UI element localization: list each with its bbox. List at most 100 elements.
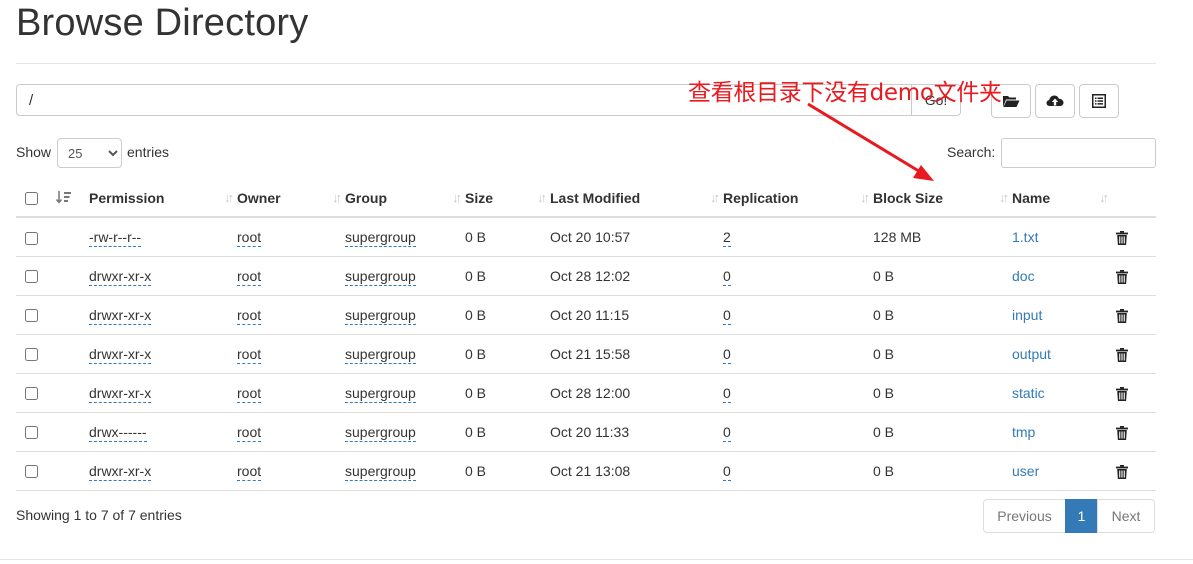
size-cell: 0 B xyxy=(465,334,550,374)
previous-page-button[interactable]: Previous xyxy=(983,499,1066,533)
column-header-label: Group xyxy=(345,189,387,206)
search-input[interactable] xyxy=(1001,138,1156,168)
row-index-cell xyxy=(51,295,89,335)
permission-value[interactable]: drwxr-xr-x xyxy=(89,267,152,286)
size-cell: 0 B xyxy=(465,373,550,413)
row-checkbox[interactable] xyxy=(25,309,38,323)
permission-value[interactable]: drwxr-xr-x xyxy=(89,384,152,403)
replication-value[interactable]: 0 xyxy=(723,345,731,364)
next-page-button[interactable]: Next xyxy=(1097,499,1155,533)
group-value[interactable]: supergroup xyxy=(345,267,416,286)
row-checkbox[interactable] xyxy=(25,465,38,479)
column-header-replication[interactable]: Replication ↓↑ xyxy=(723,179,873,218)
column-header-name[interactable]: Name ↓↑ xyxy=(1012,179,1112,218)
replication-value[interactable]: 0 xyxy=(723,384,731,403)
permission-value[interactable]: drwxr-xr-x xyxy=(89,306,152,325)
file-name-link[interactable]: tmp xyxy=(1012,424,1035,440)
owner-value[interactable]: root xyxy=(237,423,262,442)
replication-cell: 0 xyxy=(723,412,873,452)
trash-icon[interactable] xyxy=(1116,230,1128,245)
title-divider xyxy=(16,63,1156,64)
group-value[interactable]: supergroup xyxy=(345,345,416,364)
page-size-select[interactable]: 25 xyxy=(57,138,122,168)
name-cell: static xyxy=(1012,373,1112,413)
trash-icon[interactable] xyxy=(1116,425,1128,440)
table-row: drwxr-xr-x root supergroup 0 B Oct 21 15:58 0… xyxy=(16,334,1156,374)
replication-value[interactable]: 2 xyxy=(723,228,731,247)
column-header-last-modified[interactable]: Last Modified ↓↑ xyxy=(550,179,723,218)
cut-paste-button[interactable] xyxy=(1079,84,1119,118)
file-name-link[interactable]: input xyxy=(1012,307,1042,323)
replication-value[interactable]: 0 xyxy=(723,306,731,325)
select-all-checkbox[interactable] xyxy=(25,192,38,206)
file-name-link[interactable]: doc xyxy=(1012,268,1035,284)
row-checkbox[interactable] xyxy=(25,426,38,440)
upload-files-button[interactable] xyxy=(1035,84,1075,118)
permission-cell: drwxr-xr-x xyxy=(89,451,237,491)
file-name-link[interactable]: 1.txt xyxy=(1012,229,1038,245)
row-select-cell xyxy=(16,373,51,413)
owner-value[interactable]: root xyxy=(237,306,262,325)
owner-value[interactable]: root xyxy=(237,228,262,247)
owner-value[interactable]: root xyxy=(237,462,262,481)
column-header-permission[interactable]: Permission ↓↑ xyxy=(89,179,237,218)
group-value[interactable]: supergroup xyxy=(345,306,416,325)
page-1-button[interactable]: 1 xyxy=(1065,499,1098,533)
trash-icon[interactable] xyxy=(1116,308,1128,323)
group-value[interactable]: supergroup xyxy=(345,462,416,481)
block-size-cell: 0 B xyxy=(873,295,1012,335)
column-header-block-size[interactable]: Block Size ↓↑ xyxy=(873,179,1012,218)
file-name-link[interactable]: output xyxy=(1012,346,1051,362)
file-name-link[interactable]: user xyxy=(1012,463,1039,479)
replication-value[interactable]: 0 xyxy=(723,423,731,442)
group-cell: supergroup xyxy=(345,256,465,296)
group-cell: supergroup xyxy=(345,451,465,491)
column-header-owner[interactable]: Owner ↓↑ xyxy=(237,179,345,218)
owner-value[interactable]: root xyxy=(237,384,262,403)
row-select-cell xyxy=(16,256,51,296)
modified-cell: Oct 20 11:15 xyxy=(550,295,723,335)
row-index-cell xyxy=(51,256,89,296)
replication-value[interactable]: 0 xyxy=(723,462,731,481)
index-sort-header[interactable] xyxy=(51,179,89,218)
sort-icon: ↓↑ xyxy=(332,190,342,205)
actions-header xyxy=(1112,179,1156,218)
row-checkbox[interactable] xyxy=(25,270,38,284)
group-value[interactable]: supergroup xyxy=(345,384,416,403)
trash-icon[interactable] xyxy=(1116,347,1128,362)
permission-value[interactable]: drwx------ xyxy=(89,423,147,442)
column-header-size[interactable]: Size ↓↑ xyxy=(465,179,550,218)
modified-cell: Oct 28 12:02 xyxy=(550,256,723,296)
permission-value[interactable]: -rw-r--r-- xyxy=(89,228,142,247)
table-row: drwxr-xr-x root supergroup 0 B Oct 21 13:08 0… xyxy=(16,451,1156,491)
trash-icon[interactable] xyxy=(1116,464,1128,479)
trash-icon[interactable] xyxy=(1116,269,1128,284)
modified-cell: Oct 20 10:57 xyxy=(550,217,723,257)
row-checkbox[interactable] xyxy=(25,231,38,245)
group-value[interactable]: supergroup xyxy=(345,423,416,442)
row-checkbox[interactable] xyxy=(25,348,38,362)
sort-icon: ↓↑ xyxy=(999,190,1009,205)
column-header-label: Replication xyxy=(723,189,799,206)
annotation-text: 查看根目录下没有demo文件夹 xyxy=(688,80,1002,106)
name-cell: doc xyxy=(1012,256,1112,296)
file-name-link[interactable]: static xyxy=(1012,385,1045,401)
replication-cell: 0 xyxy=(723,295,873,335)
group-value[interactable]: supergroup xyxy=(345,228,416,247)
modified-cell: Oct 21 13:08 xyxy=(550,451,723,491)
table-row: -rw-r--r-- root supergroup 0 B Oct 20 10:57 2… xyxy=(16,217,1156,257)
owner-value[interactable]: root xyxy=(237,345,262,364)
row-checkbox[interactable] xyxy=(25,387,38,401)
permission-value[interactable]: drwxr-xr-x xyxy=(89,462,152,481)
cloud-upload-icon xyxy=(1046,95,1064,106)
name-cell: output xyxy=(1012,334,1112,374)
name-cell: user xyxy=(1012,451,1112,491)
owner-value[interactable]: root xyxy=(237,267,262,286)
column-header-group[interactable]: Group ↓↑ xyxy=(345,179,465,218)
permission-value[interactable]: drwxr-xr-x xyxy=(89,345,152,364)
replication-value[interactable]: 0 xyxy=(723,267,731,286)
permission-cell: drwxr-xr-x xyxy=(89,295,237,335)
trash-icon[interactable] xyxy=(1116,386,1128,401)
replication-cell: 0 xyxy=(723,451,873,491)
footer-divider xyxy=(0,559,1193,560)
